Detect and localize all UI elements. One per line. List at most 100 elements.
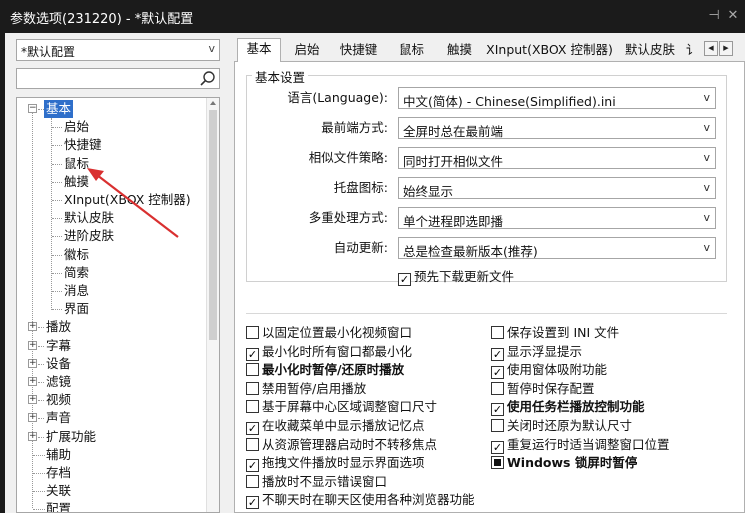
tree-item[interactable]: 配置 xyxy=(46,500,71,512)
tree-guide-line xyxy=(51,118,52,310)
profile-dropdown[interactable]: *默认配置 v xyxy=(16,39,220,61)
expand-icon[interactable]: + xyxy=(28,340,37,350)
setting-dropdown[interactable]: 始终显示 v xyxy=(398,177,716,199)
tree-item[interactable]: 鼠标 xyxy=(64,155,89,173)
checkbox-icon[interactable] xyxy=(491,419,504,432)
tab-4[interactable]: 鼠标 xyxy=(389,40,434,61)
checkbox-icon[interactable] xyxy=(246,400,259,414)
option-checkbox[interactable]: 从资源管理器启动时不转移焦点 xyxy=(246,436,437,453)
tree-item[interactable]: 消息 xyxy=(64,282,89,300)
tree-guide-line xyxy=(38,327,44,329)
checkmark-icon[interactable]: ✓ xyxy=(246,422,259,435)
tree-item[interactable]: 存档 xyxy=(46,464,71,482)
search-input[interactable] xyxy=(16,68,220,89)
expand-icon[interactable]: + xyxy=(28,395,37,405)
expand-icon[interactable]: + xyxy=(28,377,37,386)
tab-3[interactable]: 快捷键 xyxy=(331,40,386,61)
tree-item[interactable]: 徽标 xyxy=(64,246,89,264)
option-checkbox[interactable]: ✓ 使用任务栏播放控制功能 xyxy=(491,398,645,417)
tree-item[interactable]: 简索 xyxy=(64,264,89,282)
tree-item[interactable]: 关联 xyxy=(46,482,71,500)
tab-8[interactable]: 讠 xyxy=(686,40,704,61)
option-checkbox[interactable]: 关闭时还原为默认尺寸 xyxy=(491,417,632,434)
tree-scrollbar[interactable] xyxy=(206,98,219,512)
option-checkbox[interactable]: ✓ 显示浮显提示 xyxy=(491,343,582,361)
setting-dropdown[interactable]: 总是检查最新版本(推荐) v xyxy=(398,237,716,259)
checkmark-icon[interactable]: ✓ xyxy=(398,273,411,286)
option-checkbox[interactable]: Windows 锁屏时暂停 xyxy=(491,454,637,471)
setting-label: 相似文件策略: xyxy=(308,150,388,165)
scroll-thumb[interactable] xyxy=(209,110,217,340)
option-checkbox[interactable]: ✓ 使用窗体吸附功能 xyxy=(491,361,607,380)
dialog-body: *默认配置 v − 基本 启始 快捷键 鼠标 触摸 XInput(XBOX 控制器) 默认皮肤… xyxy=(5,33,745,513)
option-checkbox[interactable]: ✓ 在收藏菜单中显示播放记忆点 xyxy=(246,417,425,435)
setting-dropdown[interactable]: 单个进程即选即播 v xyxy=(398,207,716,229)
tab-5[interactable]: 触摸 xyxy=(437,40,482,61)
option-label: 播放时不显示错误窗口 xyxy=(262,473,388,489)
checkbox-icon[interactable] xyxy=(246,474,259,488)
tree-item[interactable]: 字幕 xyxy=(46,337,71,355)
tree-item[interactable]: 设备 xyxy=(46,355,71,373)
checkmark-icon[interactable]: ✓ xyxy=(246,459,259,473)
checkmark-icon[interactable]: ✓ xyxy=(491,403,504,417)
checkmark-icon[interactable]: ✓ xyxy=(246,347,259,361)
expand-icon[interactable]: + xyxy=(28,358,37,368)
checkbox-icon[interactable] xyxy=(246,326,259,339)
tab-6[interactable]: XInput(XBOX 控制器) xyxy=(485,40,614,61)
checkbox-icon[interactable] xyxy=(491,381,504,395)
tree-item[interactable]: 进阶皮肤 xyxy=(64,227,114,245)
option-checkbox[interactable]: 暂停时保存配置 xyxy=(491,380,595,397)
tree-item[interactable]: 辅助 xyxy=(46,446,71,464)
option-checkbox[interactable]: 播放时不显示错误窗口 xyxy=(246,473,387,490)
tree-item[interactable]: 播放 xyxy=(46,318,71,336)
collapse-icon[interactable]: − xyxy=(28,104,37,113)
tree-item[interactable]: 视频 xyxy=(46,391,71,409)
option-checkbox[interactable]: ✓ 不聊天时在聊天区使用各种浏览器功能 xyxy=(246,491,475,510)
option-checkbox[interactable]: ✓ 重复运行时适当调整窗口位置 xyxy=(491,436,670,454)
tree-item[interactable]: 快捷键 xyxy=(64,136,102,154)
checkbox-icon[interactable] xyxy=(491,456,504,470)
tree-item[interactable]: 声音 xyxy=(46,409,71,427)
tree-item[interactable]: 启始 xyxy=(64,118,89,136)
expand-icon[interactable]: + xyxy=(28,413,37,423)
option-checkbox[interactable]: ✓ 最小化时所有窗口都最小化 xyxy=(246,343,412,361)
tab-scroll-left-button[interactable]: ◀ xyxy=(704,41,718,56)
scroll-up-icon[interactable] xyxy=(210,101,216,105)
tab-1[interactable]: 基本 xyxy=(237,38,281,62)
tree-item[interactable]: 扩展功能 xyxy=(46,428,96,446)
tree-item[interactable]: XInput(XBOX 控制器) xyxy=(64,191,191,209)
chevron-down-icon: v xyxy=(703,151,710,164)
expand-icon[interactable]: + xyxy=(28,431,37,441)
close-icon[interactable]: ✕ xyxy=(725,7,741,25)
pin-icon[interactable]: ⊣ xyxy=(706,7,722,25)
tree-item[interactable]: 界面 xyxy=(64,300,89,318)
tree-item[interactable]: 触摸 xyxy=(64,173,89,191)
category-tree[interactable]: − 基本 启始 快捷键 鼠标 触摸 XInput(XBOX 控制器) 默认皮肤 进阶皮肤 徽标 简索… xyxy=(16,97,220,513)
option-checkbox[interactable]: 以固定位置最小化视频窗口 xyxy=(246,324,412,341)
option-checkbox[interactable]: 保存设置到 INI 文件 xyxy=(491,324,619,341)
checkmark-icon[interactable]: ✓ xyxy=(491,347,504,361)
setting-dropdown[interactable]: 全屏时总在最前端 v xyxy=(398,117,716,139)
option-checkbox[interactable]: ✓ 拖拽文件播放时显示界面选项 xyxy=(246,454,425,473)
tree-item[interactable]: 默认皮肤 xyxy=(64,209,114,227)
checkbox-icon[interactable] xyxy=(246,363,259,377)
tab-7[interactable]: 默认皮肤 xyxy=(617,40,683,61)
checkmark-icon[interactable]: ✓ xyxy=(246,496,259,510)
tab-scroll-right-button[interactable]: ▶ xyxy=(719,41,733,56)
checkmark-icon[interactable]: ✓ xyxy=(491,440,504,454)
tree-item[interactable]: 滤镜 xyxy=(46,373,71,391)
option-checkbox[interactable]: 基于屏幕中心区域调整窗口尺寸 xyxy=(246,398,437,415)
checkbox-icon[interactable] xyxy=(246,437,259,451)
checkmark-icon[interactable]: ✓ xyxy=(491,366,504,380)
option-checkbox[interactable]: 最小化时暂停/还原时播放 xyxy=(246,361,404,378)
checkbox-icon[interactable] xyxy=(246,381,259,395)
search-icon[interactable] xyxy=(199,70,216,87)
tree-item[interactable]: 基本 xyxy=(44,100,74,118)
option-checkbox[interactable]: ✓ 预先下载更新文件 xyxy=(398,268,514,286)
option-checkbox[interactable]: 禁用暂停/启用播放 xyxy=(246,380,366,397)
setting-dropdown[interactable]: 同时打开相似文件 v xyxy=(398,147,716,169)
tab-2[interactable]: 启始 xyxy=(286,40,328,61)
setting-dropdown[interactable]: 中文(简体) - Chinese(Simplified).ini v xyxy=(398,87,716,109)
expand-icon[interactable]: + xyxy=(28,322,37,332)
checkbox-icon[interactable] xyxy=(491,326,504,339)
